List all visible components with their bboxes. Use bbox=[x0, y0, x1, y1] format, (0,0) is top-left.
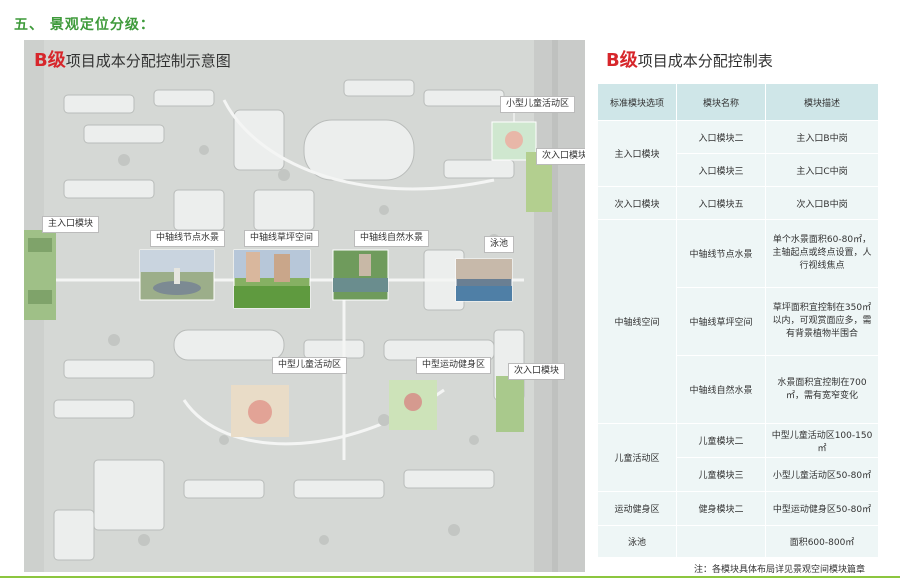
table-row: 中轴线空间 中轴线节点水景 单个水景面积60-80㎡，主轴起点或终点设置，人行视… bbox=[597, 219, 879, 424]
cell-option: 运动健身区 bbox=[597, 491, 677, 526]
table-row: 泳池 面积600-800㎡ bbox=[597, 525, 879, 558]
cell-name: 中轴线自然水景 bbox=[676, 355, 766, 424]
header-option: 标准模块选项 bbox=[597, 83, 677, 121]
cell-option: 主入口模块 bbox=[597, 120, 677, 187]
header-desc: 模块描述 bbox=[765, 83, 879, 121]
header-name: 模块名称 bbox=[676, 83, 766, 121]
label-axis-node: 中轴线节点水景 bbox=[150, 230, 226, 247]
cell-name: 儿童模块二 bbox=[676, 423, 766, 458]
label-main-entrance: 主入口模块 bbox=[42, 216, 100, 233]
label-mid-fitness: 中型运动健身区 bbox=[416, 357, 492, 374]
cell-name bbox=[676, 525, 766, 558]
table-row: 主入口模块 入口模块二 主入口B中岗 bbox=[597, 120, 879, 187]
label-pool: 泳池 bbox=[484, 236, 515, 253]
cell-desc: 中型运动健身区50-80㎡ bbox=[765, 491, 879, 526]
label-mid-kids: 中型儿童活动区 bbox=[272, 357, 348, 374]
map-title-grade: B级 bbox=[34, 50, 66, 71]
cell-option: 泳池 bbox=[597, 525, 677, 558]
section-title: 五、 景观定位分级： bbox=[14, 17, 155, 33]
table-title-grade: B级 bbox=[606, 50, 638, 71]
label-secondary-entrance-2: 次入口模块 bbox=[508, 363, 566, 380]
table-row: 运动健身区 健身模块二 中型运动健身区50-80㎡ bbox=[597, 491, 879, 526]
cell-name: 中轴线节点水景 bbox=[676, 219, 766, 288]
cell-option: 中轴线空间 bbox=[597, 219, 677, 424]
table-row: 次入口模块 入口模块五 次入口B中岗 bbox=[597, 186, 879, 220]
map-title-text: 项目成本分配控制示意图 bbox=[65, 52, 231, 70]
cell-desc: 小型儿童活动区50-80㎡ bbox=[765, 457, 879, 492]
table-header-row: 标准模块选项 模块名称 模块描述 bbox=[597, 83, 879, 121]
cell-desc: 中型儿童活动区100-150㎡ bbox=[765, 423, 879, 458]
table-row: 儿童活动区 儿童模块二 中型儿童活动区100-150㎡ bbox=[597, 423, 879, 492]
cell-desc: 主入口C中岗 bbox=[765, 153, 879, 187]
cell-name: 入口模块五 bbox=[676, 186, 766, 220]
map-title: B级项目成本分配控制示意图 bbox=[34, 46, 231, 72]
site-plan-drawing bbox=[24, 40, 585, 572]
cell-name: 儿童模块三 bbox=[676, 457, 766, 492]
label-secondary-entrance-1: 次入口模块 bbox=[536, 148, 585, 165]
label-small-kids: 小型儿童活动区 bbox=[500, 96, 576, 113]
cell-desc: 草坪面积宜控制在350㎡以内，可观赏面应多，需有背景植物半围合 bbox=[765, 287, 879, 356]
label-axis-lawn: 中轴线草坪空间 bbox=[244, 230, 320, 247]
cell-option: 次入口模块 bbox=[597, 186, 677, 220]
cell-desc: 单个水景面积60-80㎡，主轴起点或终点设置，人行视线焦点 bbox=[765, 219, 879, 288]
cell-name: 入口模块三 bbox=[676, 153, 766, 187]
cell-name: 中轴线草坪空间 bbox=[676, 287, 766, 356]
cell-desc: 面积600-800㎡ bbox=[765, 525, 879, 558]
cell-option: 儿童活动区 bbox=[597, 423, 677, 492]
table-note: 注：各模块具体布局详见景观空间模块篇章 bbox=[694, 565, 866, 575]
footer-divider bbox=[0, 576, 900, 578]
site-plan: B级项目成本分配控制示意图 小型儿童活动区 次入口模块 主入口模块 中轴线节点水… bbox=[24, 40, 585, 572]
table-title-text: 项目成本分配控制表 bbox=[637, 52, 773, 70]
table-title: B级项目成本分配控制表 bbox=[606, 46, 773, 72]
cell-desc: 主入口B中岗 bbox=[765, 120, 879, 154]
cell-desc: 水景面积宜控制在700㎡，需有宽窄变化 bbox=[765, 355, 879, 424]
cell-name: 健身模块二 bbox=[676, 491, 766, 526]
cell-desc: 次入口B中岗 bbox=[765, 186, 879, 220]
label-axis-nature: 中轴线自然水景 bbox=[354, 230, 430, 247]
cell-name: 入口模块二 bbox=[676, 120, 766, 154]
cost-control-table: 标准模块选项 模块名称 模块描述 主入口模块 入口模块二 主入口B中岗 入口模块… bbox=[597, 83, 879, 558]
